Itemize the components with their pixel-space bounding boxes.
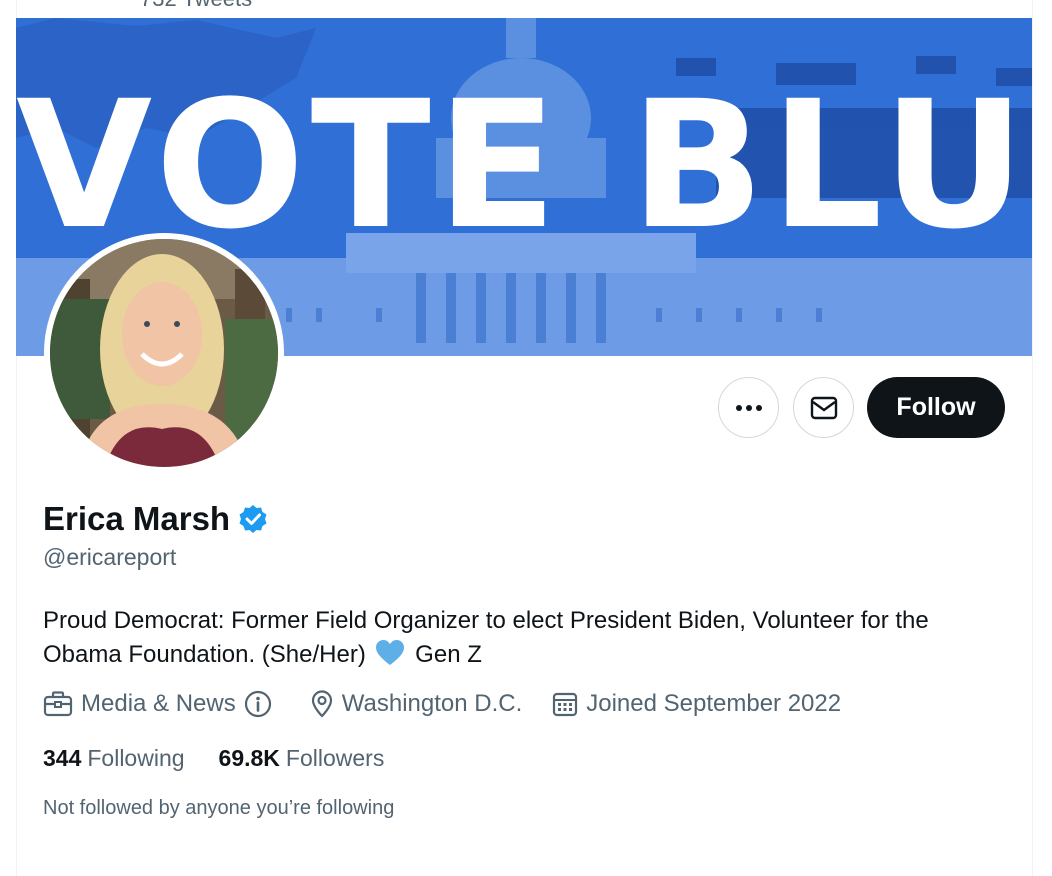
following-link[interactable]: 344 Following [43,745,185,772]
blue-heart-emoji [375,640,404,665]
display-name: Erica Marsh [43,500,231,537]
location-item: Washington D.C. [310,690,523,718]
handle: @ericareport [43,544,177,570]
following-label: Following [87,745,185,771]
avatar-photo [50,239,278,467]
bio: Proud Democrat: Former Field Organizer t… [43,604,1013,672]
verified-badge-icon[interactable] [238,504,268,534]
following-count: 344 [43,745,82,771]
avatar[interactable] [44,233,284,473]
location-label: Washington D.C. [341,690,523,717]
category-label: Media & News [81,690,236,717]
calendar-icon [553,692,578,717]
briefcase-icon [43,691,73,717]
joined-item: Joined September 2022 [552,690,841,718]
follow-button[interactable]: Follow [867,377,1005,438]
tweet-count: 732 Tweets [140,0,252,12]
followers-label: Followers [285,745,385,771]
followers-count: 69.8K [218,745,280,771]
follow-stats: 344 Following 69.8K Followers [43,745,418,772]
more-icon [735,404,762,411]
display-name-row: Erica Marsh [43,500,268,538]
mutuals-note: Not followed by anyone you’re following [43,797,395,819]
info-icon[interactable] [244,690,272,718]
followers-link[interactable]: 69.8K Followers [219,745,385,772]
location-pin-icon [311,690,332,718]
bio-text: Proud Democrat: Former Field Organizer t… [43,607,929,668]
message-button[interactable] [793,377,854,438]
envelope-icon [810,396,837,419]
category-item: Media & News [43,690,280,718]
more-button[interactable] [718,377,779,438]
joined-label: Joined September 2022 [586,690,842,717]
banner-headline: VOTE BLUE [16,63,1032,268]
profile-meta: Media & News Washington D.C. Joined Sept… [43,690,871,718]
bio-suffix: Gen Z [415,641,482,668]
